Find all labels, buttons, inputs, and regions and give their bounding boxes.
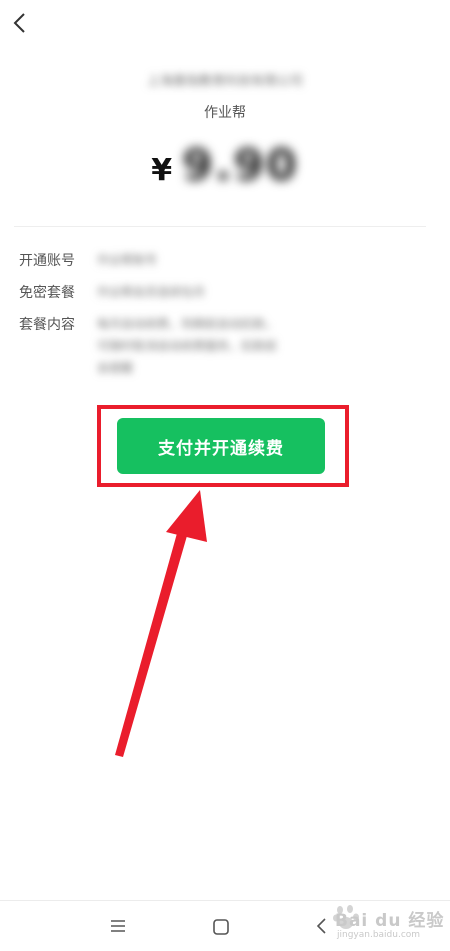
detail-label-plan: 免密套餐: [19, 285, 75, 301]
detail-value-content: 每月自动续费，到期前自动扣款， 可随时取消自动续费服务，扣款前 会提醒: [97, 313, 425, 379]
watermark-brand: Bai du 经验: [335, 911, 445, 931]
back-triangle-icon: [316, 918, 326, 934]
price: ¥ 9.90: [0, 140, 450, 196]
chevron-left-icon: [13, 13, 25, 33]
app-name: 作业帮: [204, 105, 246, 121]
detail-content-line: 可随时取消自动续费服务，扣款前: [97, 339, 278, 353]
detail-label-content: 套餐内容: [19, 317, 75, 333]
nav-menu-button[interactable]: [108, 918, 128, 934]
price-amount: 9.90: [182, 140, 299, 191]
arrow-shaft: [115, 519, 191, 757]
merchant-name: 上海墨指教育科技有限公司: [146, 74, 303, 89]
nav-home-button[interactable]: [211, 917, 231, 937]
detail-content-line: 每月自动续费，到期前自动扣款，: [97, 317, 278, 331]
detail-value-plan: 作业帮会员连续包月: [97, 285, 206, 299]
detail-content-line: 会提醒: [97, 361, 134, 375]
arrow-head: [166, 490, 207, 542]
pay-and-renew-button[interactable]: 支付并开通续费: [117, 418, 325, 474]
detail-value-account: 作业帮账号: [97, 253, 158, 267]
home-square-icon: [213, 919, 229, 935]
watermark-url: jingyan.baidu.com: [337, 930, 421, 940]
back-button[interactable]: [6, 8, 32, 38]
menu-icon: [111, 920, 125, 932]
divider: [14, 226, 426, 227]
nav-back-button[interactable]: [314, 915, 328, 937]
currency-symbol: ¥: [151, 153, 173, 188]
detail-label-account: 开通账号: [19, 253, 75, 269]
